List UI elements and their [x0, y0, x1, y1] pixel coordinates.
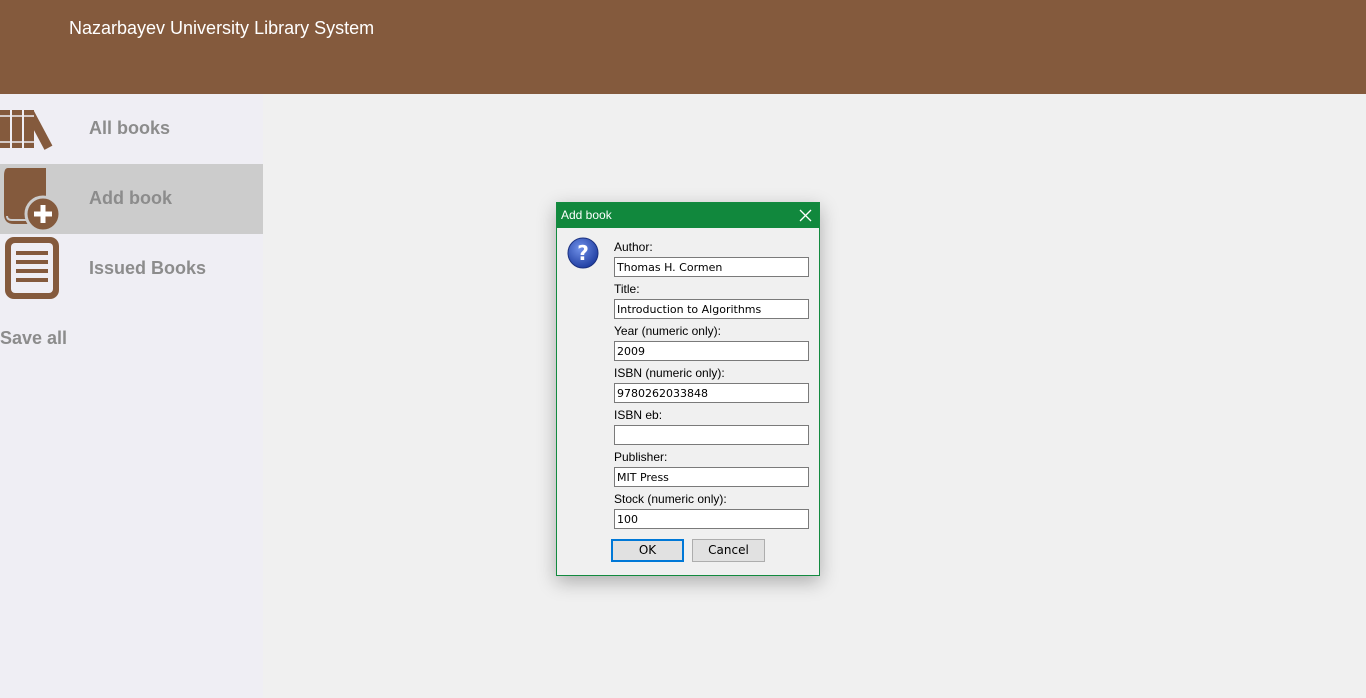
year-field[interactable] [614, 341, 809, 361]
add-book-dialog: Add book ? Author: Title: Year (numeric … [556, 202, 820, 576]
stock-label: Stock (numeric only): [614, 492, 727, 506]
app-header: Nazarbayev University Library System [0, 0, 1366, 94]
dialog-title: Add book [561, 208, 612, 222]
sidebar: All books Add book Issued Books Save all [0, 94, 263, 698]
close-icon[interactable] [799, 209, 812, 222]
cancel-button[interactable]: Cancel [692, 539, 765, 562]
year-label: Year (numeric only): [614, 324, 721, 338]
sidebar-item-label: All books [89, 118, 171, 138]
sidebar-item-all-books[interactable]: All books [0, 94, 263, 164]
ok-button[interactable]: OK [611, 539, 684, 562]
author-field[interactable] [614, 257, 809, 277]
publisher-label: Publisher: [614, 450, 668, 464]
dialog-titlebar: Add book [557, 203, 819, 228]
isbn-eb-field[interactable] [614, 425, 809, 445]
sidebar-item-add-book[interactable]: Add book [0, 164, 263, 234]
isbn-field[interactable] [614, 383, 809, 403]
title-label: Title: [614, 282, 640, 296]
question-icon: ? [567, 237, 599, 269]
books-icon [0, 110, 53, 150]
svg-text:?: ? [577, 241, 589, 265]
isbn-eb-label: ISBN eb: [614, 408, 663, 422]
title-field[interactable] [614, 299, 809, 319]
stock-field[interactable] [614, 509, 809, 529]
isbn-label: ISBN (numeric only): [614, 366, 725, 380]
add-book-icon [4, 168, 62, 233]
publisher-field[interactable] [614, 467, 809, 487]
author-label: Author: [614, 240, 653, 254]
sidebar-item-label: Issued Books [89, 258, 207, 278]
sidebar-item-issued-books[interactable]: Issued Books [0, 234, 263, 304]
sidebar-item-label: Add book [89, 188, 172, 208]
app-title: Nazarbayev University Library System [69, 18, 375, 38]
document-list-icon [5, 237, 59, 299]
save-all-link[interactable]: Save all [0, 328, 67, 349]
